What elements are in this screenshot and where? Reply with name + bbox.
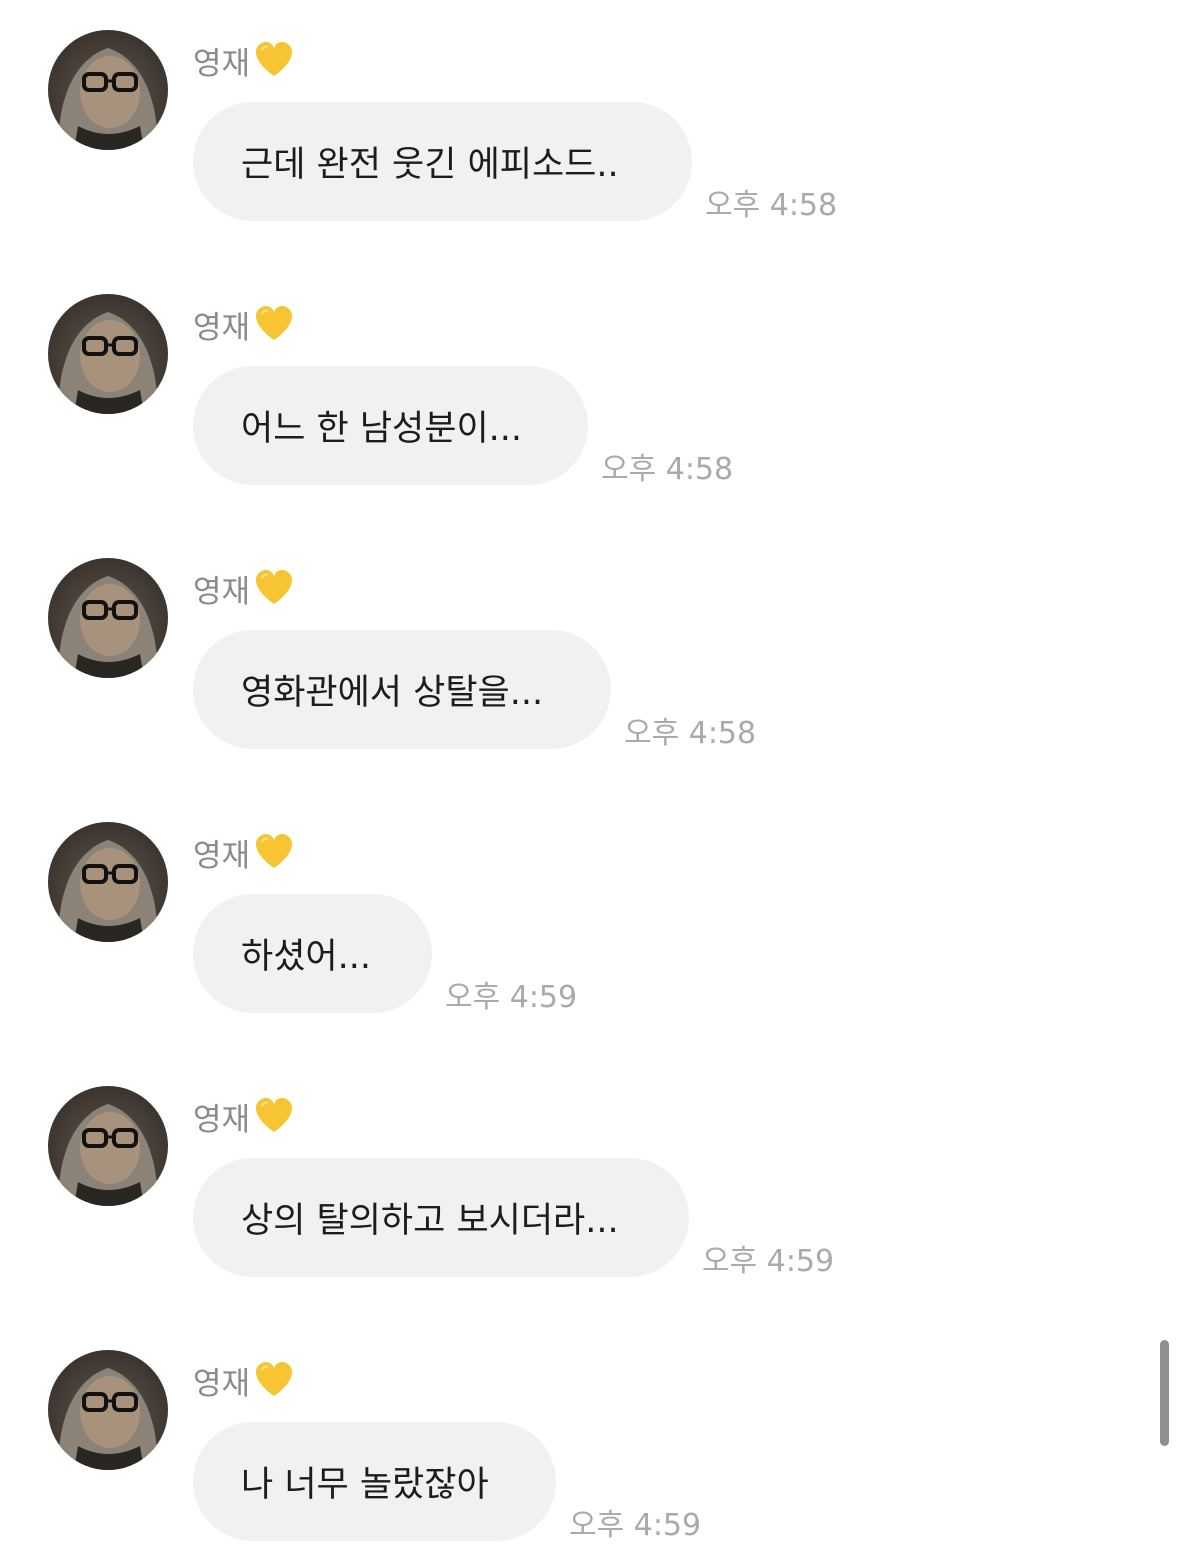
message-text: 상의 탈의하고 보시더라... [241, 1201, 619, 1241]
message-text: 하셨어... [241, 937, 371, 977]
message-bubble[interactable]: 상의 탈의하고 보시더라... [193, 1158, 689, 1277]
sender-avatar[interactable] [48, 1350, 168, 1470]
sender-name: 영재 [193, 1365, 251, 1402]
yellow-heart-icon [254, 1096, 294, 1136]
message-bubble[interactable]: 하셨어... [193, 894, 432, 1013]
message-text: 나 너무 놀랐잖아 [241, 1465, 489, 1505]
sender-name-row: 영재 [193, 1094, 294, 1138]
sender-name: 영재 [193, 573, 251, 610]
sender-name: 영재 [193, 45, 251, 82]
yellow-heart-icon [254, 832, 294, 872]
yellow-heart-icon [254, 40, 294, 80]
sender-avatar[interactable] [48, 294, 168, 414]
sender-name-row: 영재 [193, 302, 294, 346]
message-bubble[interactable]: 근데 완전 웃긴 에피소드.. [193, 102, 692, 221]
chat-message: 영재 상의 탈의하고 보시더라... 오후 4:59 [0, 1086, 1140, 1286]
sender-name-row: 영재 [193, 1358, 294, 1402]
message-bubble[interactable]: 나 너무 놀랐잖아 [193, 1422, 556, 1541]
chat-message: 영재 영화관에서 상탈을... 오후 4:58 [0, 558, 1140, 758]
chat-message: 영재 나 너무 놀랐잖아 오후 4:59 [0, 1350, 1140, 1550]
sender-name-row: 영재 [193, 38, 294, 82]
sender-avatar[interactable] [48, 1086, 168, 1206]
chat-message: 영재 하셨어... 오후 4:59 [0, 822, 1140, 1022]
chat-message: 영재 근데 완전 웃긴 에피소드.. 오후 4:58 [0, 30, 1140, 230]
sender-name: 영재 [193, 309, 251, 346]
yellow-heart-icon [254, 1360, 294, 1400]
message-text: 영화관에서 상탈을... [241, 673, 544, 713]
sender-avatar[interactable] [48, 822, 168, 942]
sender-avatar[interactable] [48, 30, 168, 150]
message-text: 근데 완전 웃긴 에피소드.. [241, 145, 619, 185]
message-timestamp: 오후 4:58 [601, 452, 734, 487]
chat-message: 영재 어느 한 남성분이... 오후 4:58 [0, 294, 1140, 494]
yellow-heart-icon [254, 304, 294, 344]
message-timestamp: 오후 4:59 [569, 1508, 702, 1543]
sender-name-row: 영재 [193, 830, 294, 874]
message-timestamp: 오후 4:59 [702, 1244, 835, 1279]
message-timestamp: 오후 4:58 [624, 716, 757, 751]
sender-avatar[interactable] [48, 558, 168, 678]
sender-name: 영재 [193, 837, 251, 874]
message-timestamp: 오후 4:59 [445, 980, 578, 1015]
message-bubble[interactable]: 영화관에서 상탈을... [193, 630, 611, 749]
scrollbar-thumb[interactable] [1160, 1340, 1169, 1446]
message-text: 어느 한 남성분이... [241, 409, 523, 449]
sender-name-row: 영재 [193, 566, 294, 610]
sender-name: 영재 [193, 1101, 251, 1138]
chat-message-list[interactable]: 영재 근데 완전 웃긴 에피소드.. 오후 4:58 영재 어느 한 남성분이.… [0, 0, 1179, 1558]
message-bubble[interactable]: 어느 한 남성분이... [193, 366, 588, 485]
yellow-heart-icon [254, 568, 294, 608]
message-timestamp: 오후 4:58 [705, 188, 838, 223]
